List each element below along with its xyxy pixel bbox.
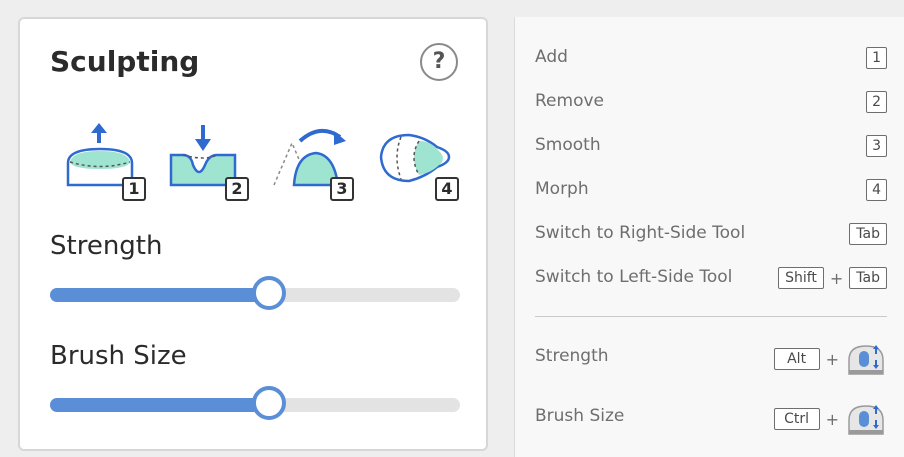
- shortcut-label: Smooth: [535, 135, 601, 155]
- slider-thumb[interactable]: [252, 386, 287, 420]
- tool-key-badge: 1: [122, 177, 146, 201]
- plus-sign: +: [825, 409, 839, 429]
- slider-fill: [50, 398, 270, 412]
- divider: [535, 316, 887, 317]
- help-icon: ?: [432, 49, 446, 74]
- shortcut-label: Add: [535, 47, 568, 67]
- key-2: 2: [866, 91, 887, 113]
- plus-sign: +: [829, 268, 844, 288]
- shortcut-label: Morph: [535, 179, 589, 199]
- shortcut-row-strength: Strength Alt +: [535, 341, 887, 377]
- tool-remove-button[interactable]: 2: [165, 119, 261, 203]
- shortcut-label: Switch to Right-Side Tool: [535, 223, 746, 243]
- key-tab: Tab: [849, 267, 887, 289]
- shortcut-label: Switch to Left-Side Tool: [535, 267, 733, 287]
- shortcut-label: Brush Size: [535, 406, 625, 426]
- strength-label: Strength: [50, 231, 163, 261]
- tool-morph-button[interactable]: 4: [375, 119, 471, 203]
- shortcut-row-switch-left: Switch to Left-Side Tool Shift + Tab: [535, 265, 887, 291]
- tool-key-badge: 3: [330, 177, 354, 201]
- tool-key-badge: 4: [435, 177, 459, 201]
- key-1: 1: [866, 47, 887, 69]
- shortcut-row-remove: Remove 2: [535, 89, 887, 115]
- key-4: 4: [866, 179, 887, 201]
- shortcut-label: Remove: [535, 91, 604, 111]
- key-tab: Tab: [849, 223, 887, 245]
- brush-size-label: Brush Size: [50, 341, 187, 371]
- shortcut-row-switch-right: Switch to Right-Side Tool Tab: [535, 221, 887, 247]
- key-3: 3: [866, 135, 887, 157]
- mouse-wheel-icon: [845, 402, 887, 436]
- key-ctrl: Ctrl: [773, 408, 820, 430]
- tool-smooth-button[interactable]: 3: [270, 119, 366, 203]
- slider-thumb[interactable]: [252, 276, 287, 310]
- shortcut-row-morph: Morph 4: [535, 177, 887, 203]
- shortcut-row-brush-size: Brush Size Ctrl +: [535, 401, 887, 437]
- sculpting-panel: Sculpting ? 1 2 3 4 Strength Brush Size: [18, 17, 488, 451]
- key-shift: Shift: [778, 267, 824, 289]
- key-alt: Alt: [773, 348, 820, 370]
- slider-fill: [50, 288, 270, 302]
- plus-sign: +: [825, 349, 839, 369]
- mouse-wheel-icon: [845, 342, 887, 376]
- shortcut-row-add: Add 1: [535, 45, 887, 71]
- shortcuts-panel: Add 1 Remove 2 Smooth 3 Morph 4 Switch t…: [514, 17, 904, 457]
- help-button[interactable]: ?: [420, 43, 458, 81]
- shortcut-row-smooth: Smooth 3: [535, 133, 887, 159]
- tool-add-button[interactable]: 1: [62, 119, 158, 203]
- strength-slider[interactable]: [50, 276, 460, 310]
- shortcut-label: Strength: [535, 346, 609, 366]
- tool-key-badge: 2: [225, 177, 249, 201]
- panel-title: Sculpting: [50, 45, 200, 78]
- brush-size-slider[interactable]: [50, 386, 460, 420]
